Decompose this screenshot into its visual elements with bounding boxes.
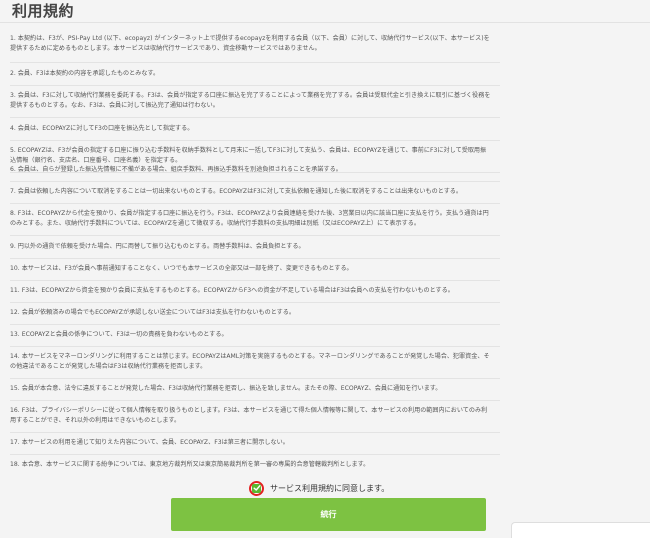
term-divider (10, 346, 500, 347)
term-item: 4. 会員は、ECOPAYZに対してF3の口座を振込先として指定する。 (10, 125, 194, 132)
term-item: 18. 本合意、本サービスに関する紛争については、東京地方裁判所又は東京簡易裁判… (10, 461, 370, 468)
term-divider (10, 235, 500, 236)
terms-list: 1. 本契約は、F3が、PSI-Pay Ltd (以下、ecopayz) がイン… (0, 0, 650, 537)
term-item: 7. 会員は依頼した内容について取消をすることは一切出来ないものとする。ECOP… (10, 188, 463, 195)
term-item: 5. ECOPAYZは、F3が会員の指定する口座に振り込む手数料を収納手数料とし… (10, 147, 487, 164)
corner-panel (511, 522, 650, 538)
term-item: 16. F3は、プライバシーポリシーに従って個人情報を取り扱うものとします。F3… (10, 407, 488, 424)
term-divider (10, 203, 500, 204)
checkmark-icon (252, 483, 261, 493)
term-item: 15. 会員が本合意、法令に違反することが発覚した場合、F3は収納代行業務を拒否… (10, 385, 442, 392)
term-item: 3. 会員は、F3に対して収納代行業務を委託する。F3は、会員が指定する口座に振… (10, 92, 491, 109)
continue-button[interactable]: 続行 (171, 498, 486, 531)
term-item: 2. 会員、F3は本契約の内容を承認したものとみなす。 (10, 70, 160, 77)
term-item: 11. F3は、ECOPAYZから資金を預かり会員に支払をするものとする。ECO… (10, 287, 454, 294)
term-item: 8. F3は、ECOPAYZから代金を預かり、会員が指定する口座に振込を行う。F… (10, 210, 489, 227)
term-item: 9. 円以外の通貨で依頼を受けた場合、円に両替して振り込むものとする。両替手数料… (10, 243, 305, 250)
term-item: 14. 本サービスをマネーロンダリングに利用することは禁じます。ECOPAYZは… (10, 353, 490, 370)
term-item: 6. 会員は、自らが登録した振込先情報に不備がある場合、組戻手数料、再振込手数料… (10, 166, 342, 173)
agree-checkbox[interactable] (249, 480, 264, 496)
term-divider (10, 181, 500, 182)
agree-label[interactable]: サービス利用規約に同意します。 (270, 483, 389, 494)
term-divider (10, 280, 500, 281)
term-divider (10, 140, 500, 141)
term-divider (10, 85, 500, 86)
term-item: 1. 本契約は、F3が、PSI-Pay Ltd (以下、ecopayz) がイン… (10, 35, 490, 52)
agree-row: サービス利用規約に同意します。 (249, 479, 389, 497)
term-item: 13. ECOPAYZと会員の係争について、F3は一切の責務を負わないものとする… (10, 331, 228, 338)
term-item: 17. 本サービスの利用を通じて知りえた内容について、会員、ECOPAYZ、F3… (10, 439, 289, 446)
term-divider (10, 302, 500, 303)
term-divider (10, 258, 500, 259)
term-item: 10. 本サービスは、F3が会員へ事前通知することなく、いつでも本サービスの全部… (10, 265, 353, 272)
term-divider (10, 117, 500, 118)
term-divider (10, 62, 500, 63)
term-divider (10, 432, 500, 433)
term-item: 12. 会員が依頼済みの場合でもECOPAYZが承認しない送金についてはF3は支… (10, 309, 295, 316)
term-divider (10, 454, 500, 455)
term-divider (10, 378, 500, 379)
term-divider (10, 324, 500, 325)
term-divider (10, 400, 500, 401)
